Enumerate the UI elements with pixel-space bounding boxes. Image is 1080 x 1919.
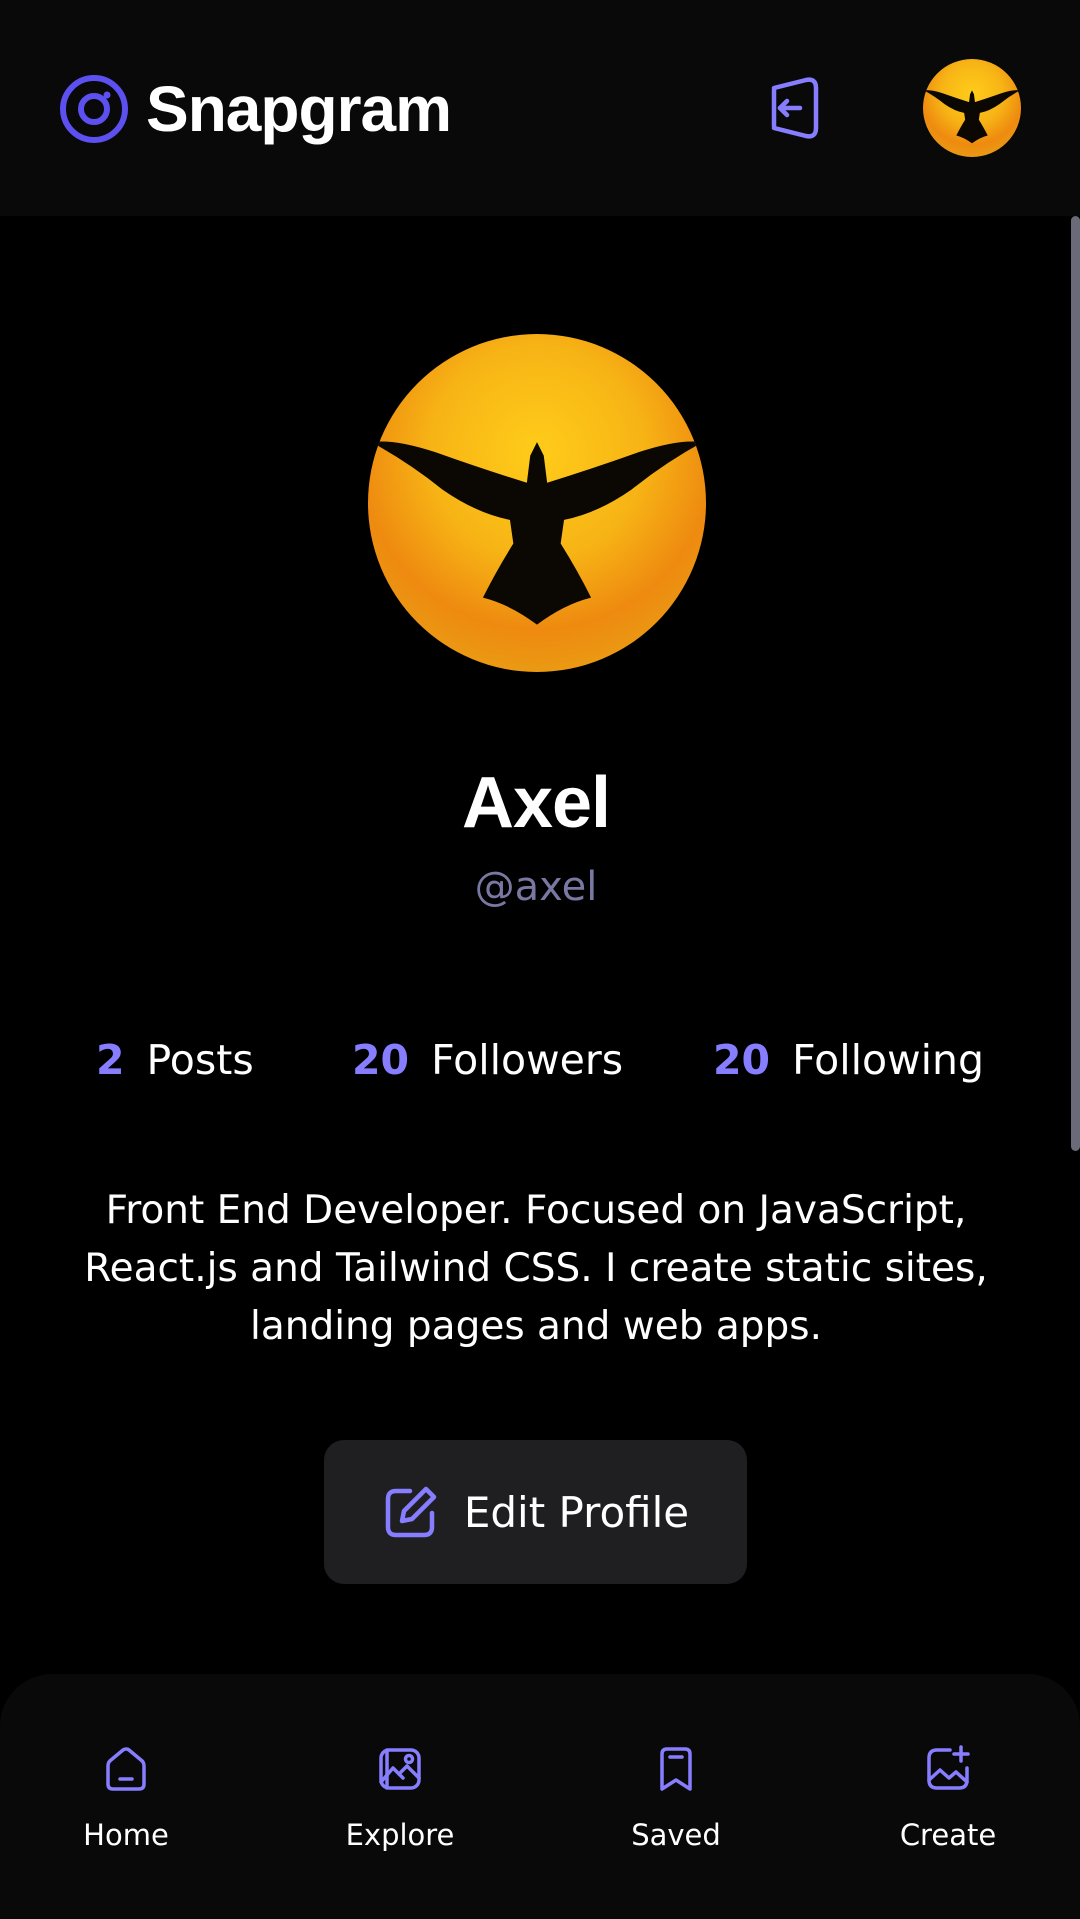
scrollbar[interactable] bbox=[1071, 216, 1080, 1151]
edit-icon bbox=[385, 1486, 437, 1538]
stat-posts-label: Posts bbox=[146, 1036, 254, 1084]
nav-saved-label: Saved bbox=[631, 1818, 721, 1852]
logout-icon[interactable] bbox=[758, 74, 826, 142]
nav-home-label: Home bbox=[83, 1818, 169, 1852]
stat-posts-value: 2 bbox=[96, 1036, 125, 1084]
stat-following-value: 20 bbox=[713, 1036, 771, 1084]
nav-saved[interactable]: Saved bbox=[576, 1744, 776, 1852]
bottom-nav: Home Explore Saved Create bbox=[0, 1674, 1080, 1919]
nav-create[interactable]: Create bbox=[848, 1744, 1048, 1852]
nav-home[interactable]: Home bbox=[26, 1744, 226, 1852]
app-name: Snapgram bbox=[146, 73, 452, 145]
bookmark-icon bbox=[660, 1747, 692, 1791]
explore-icon bbox=[379, 1748, 421, 1790]
avatar-image bbox=[923, 59, 1021, 157]
stat-followers-value: 20 bbox=[352, 1036, 410, 1084]
stat-posts: 2 Posts bbox=[96, 1036, 254, 1084]
profile-bio: Front End Developer. Focused on JavaScri… bbox=[84, 1188, 988, 1349]
profile-handle: @axel bbox=[474, 864, 598, 910]
stat-followers: 20 Followers bbox=[352, 1036, 623, 1084]
nav-explore-label: Explore bbox=[345, 1818, 455, 1852]
create-image-icon bbox=[927, 1745, 970, 1790]
profile-stats: 2 Posts 20 Followers 20 Following bbox=[0, 1036, 1072, 1096]
profile-avatar bbox=[368, 334, 706, 672]
stat-following-label: Following bbox=[792, 1036, 985, 1084]
stat-followers-label: Followers bbox=[431, 1036, 624, 1084]
profile-name: Axel bbox=[461, 763, 611, 843]
edit-profile-label: Edit Profile bbox=[463, 1487, 690, 1537]
snapgram-logo-icon bbox=[60, 75, 128, 143]
stat-following: 20 Following bbox=[713, 1036, 984, 1084]
edit-profile-button[interactable]: Edit Profile bbox=[324, 1440, 747, 1584]
nav-explore[interactable]: Explore bbox=[300, 1744, 500, 1852]
nav-create-label: Create bbox=[899, 1818, 997, 1852]
top-bar: Snapgram bbox=[0, 0, 1080, 216]
profile-avatar-image bbox=[368, 334, 706, 672]
user-avatar-button[interactable] bbox=[923, 59, 1021, 157]
app-logo[interactable]: Snapgram bbox=[58, 72, 452, 146]
home-icon bbox=[106, 1747, 146, 1791]
